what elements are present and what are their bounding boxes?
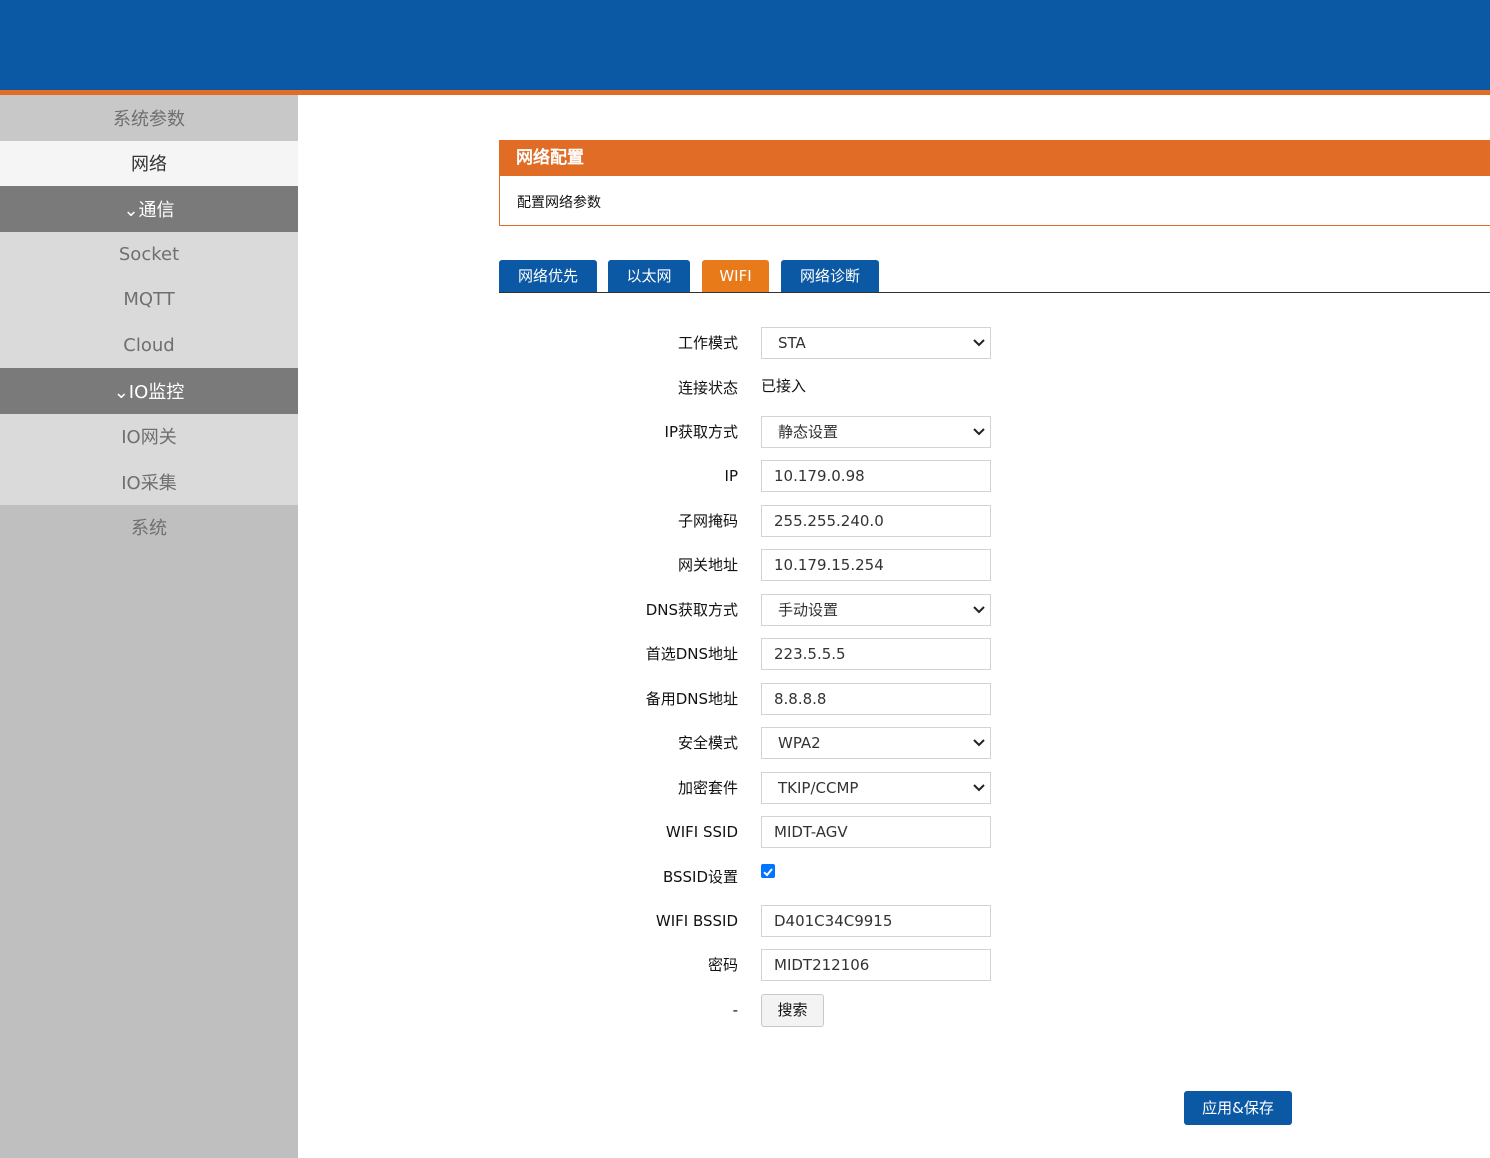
row-bssid: WIFI BSSID D401C34C9915 (499, 905, 1099, 937)
row-ssid: WIFI SSID MIDT-AGV (499, 816, 1099, 848)
conn-status-value: 已接入 (761, 377, 807, 395)
subnet-label: 子网掩码 (677, 512, 738, 530)
row-subnet: 子网掩码 255.255.240.0 (499, 505, 1099, 537)
apply-save-button[interactable]: 应用&保存 (1184, 1091, 1292, 1125)
chevron-down-icon (973, 428, 985, 436)
work-mode-select[interactable]: STA (761, 327, 991, 359)
row-security: 安全模式 WPA2 (499, 727, 1099, 759)
tab-network-priority[interactable]: 网络优先 (499, 260, 597, 292)
row-conn-status: 连接状态 已接入 (499, 372, 1099, 404)
cipher-value: TKIP/CCMP (778, 779, 859, 797)
row-password: 密码 MIDT212106 (499, 949, 1099, 981)
chevron-down-icon (973, 739, 985, 747)
checkmark-icon (763, 868, 773, 877)
gateway-input[interactable]: 10.179.15.254 (761, 549, 991, 581)
row-work-mode: 工作模式 STA (499, 327, 1099, 359)
ip-input[interactable]: 10.179.0.98 (761, 460, 991, 492)
work-mode-value: STA (778, 334, 806, 352)
sidebar-item-mqtt[interactable]: MQTT (0, 277, 298, 323)
security-value: WPA2 (778, 734, 821, 752)
dns1-input[interactable]: 223.5.5.5 (761, 638, 991, 670)
sidebar-item-cloud[interactable]: Cloud (0, 322, 298, 368)
tab-network-diagnosis[interactable]: 网络诊断 (781, 260, 879, 292)
sidebar: 系统参数 网络 ⌄通信 Socket MQTT Cloud ⌄IO监控 IO网关… (0, 95, 298, 1158)
work-mode-label: 工作模式 (677, 334, 738, 352)
bssid-enable-checkbox[interactable] (761, 864, 775, 878)
top-banner (0, 0, 1490, 95)
dns1-label: 首选DNS地址 (645, 645, 738, 663)
tab-wifi[interactable]: WIFI (702, 260, 769, 292)
subnet-input[interactable]: 255.255.240.0 (761, 505, 991, 537)
sidebar-group-io-monitor[interactable]: ⌄IO监控 (0, 368, 298, 414)
cipher-select[interactable]: TKIP/CCMP (761, 772, 991, 804)
row-cipher: 加密套件 TKIP/CCMP (499, 772, 1099, 804)
panel-description: 配置网络参数 (517, 195, 601, 211)
ssid-label: WIFI SSID (665, 823, 738, 841)
ssid-input[interactable]: MIDT-AGV (761, 816, 991, 848)
network-config-panel: 网络配置 配置网络参数 (499, 140, 1490, 226)
tab-ethernet[interactable]: 以太网 (608, 260, 690, 292)
dns-mode-select[interactable]: 手动设置 (761, 594, 991, 626)
search-button[interactable]: 搜索 (761, 994, 824, 1027)
dns2-label: 备用DNS地址 (645, 690, 738, 708)
sidebar-item-system-params[interactable]: 系统参数 (0, 95, 298, 141)
row-ip-mode: IP获取方式 静态设置 (499, 416, 1099, 448)
dns-mode-value: 手动设置 (778, 601, 839, 619)
sidebar-item-socket[interactable]: Socket (0, 231, 298, 277)
password-input[interactable]: MIDT212106 (761, 949, 991, 981)
row-ip: IP 10.179.0.98 (499, 460, 1099, 492)
bssid-label: WIFI BSSID (655, 912, 738, 930)
row-dns1: 首选DNS地址 223.5.5.5 (499, 638, 1099, 670)
sidebar-item-network[interactable]: 网络 (0, 140, 298, 186)
row-search: - 搜索 (499, 994, 1099, 1027)
ip-mode-label: IP获取方式 (664, 423, 738, 441)
ip-mode-value: 静态设置 (778, 423, 839, 441)
ip-mode-select[interactable]: 静态设置 (761, 416, 991, 448)
password-label: 密码 (707, 956, 738, 974)
cipher-label: 加密套件 (677, 779, 738, 797)
bssid-input[interactable]: D401C34C9915 (761, 905, 991, 937)
ip-label: IP (724, 467, 738, 485)
row-bssid-enable: BSSID设置 (499, 861, 1099, 893)
panel-title: 网络配置 (500, 141, 1490, 176)
chevron-down-icon (973, 784, 985, 792)
chevron-down-icon (973, 339, 985, 347)
conn-status-label: 连接状态 (677, 379, 738, 397)
gateway-label: 网关地址 (677, 556, 738, 574)
bssid-enable-label: BSSID设置 (662, 868, 738, 886)
security-label: 安全模式 (677, 734, 738, 752)
sidebar-item-io-collect[interactable]: IO采集 (0, 459, 298, 505)
security-select[interactable]: WPA2 (761, 727, 991, 759)
tab-bar: 网络优先 以太网 WIFI 网络诊断 (499, 260, 1490, 293)
chevron-down-icon (973, 606, 985, 614)
row-gateway: 网关地址 10.179.15.254 (499, 549, 1099, 581)
sidebar-group-communication[interactable]: ⌄通信 (0, 186, 298, 232)
sidebar-item-io-gateway[interactable]: IO网关 (0, 413, 298, 459)
row-dns2: 备用DNS地址 8.8.8.8 (499, 683, 1099, 715)
dns2-input[interactable]: 8.8.8.8 (761, 683, 991, 715)
row-dns-mode: DNS获取方式 手动设置 (499, 594, 1099, 626)
search-row-label: - (732, 1001, 738, 1019)
sidebar-item-system[interactable]: 系统 (0, 504, 298, 550)
dns-mode-label: DNS获取方式 (645, 601, 738, 619)
